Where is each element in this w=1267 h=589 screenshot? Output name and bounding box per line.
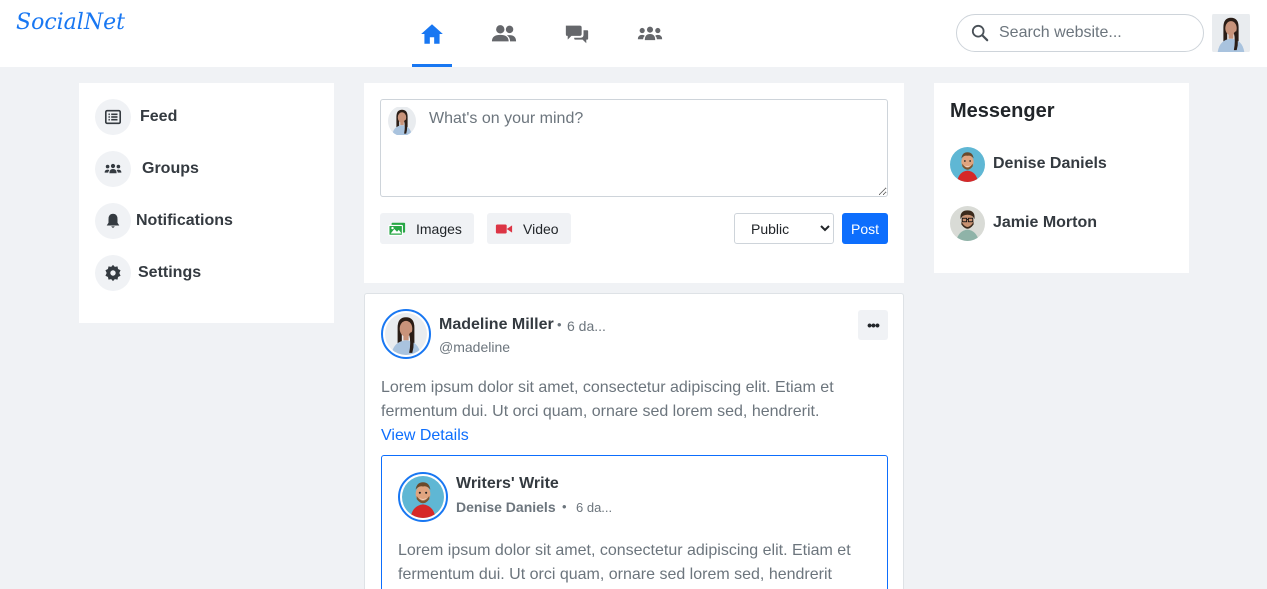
nav-chats-button[interactable] bbox=[557, 0, 597, 67]
chats-icon bbox=[565, 25, 589, 43]
contact-name: Denise Daniels bbox=[993, 155, 1107, 172]
post-author-avatar[interactable] bbox=[381, 309, 431, 359]
privacy-select[interactable]: Public bbox=[734, 213, 834, 244]
sidebar-item-label: Feed bbox=[140, 108, 178, 125]
shared-post-text: Lorem ipsum dolor sit amet, consectetur … bbox=[398, 542, 851, 583]
messenger-title: Messenger bbox=[950, 100, 1055, 122]
nav-friends-button[interactable] bbox=[484, 0, 524, 67]
sidebar-item-groups[interactable]: Groups bbox=[95, 150, 199, 188]
contact-name: Jamie Morton bbox=[993, 214, 1098, 231]
sidebar-item-label: Notifications bbox=[136, 212, 233, 229]
sidebar-item-label: Settings bbox=[138, 264, 202, 281]
shared-group-name[interactable]: Writers' Write bbox=[456, 475, 559, 493]
search-box[interactable] bbox=[956, 14, 1204, 52]
messenger-panel: Messenger Denise Daniels Jamie Morton bbox=[934, 83, 1189, 273]
post-text: Lorem ipsum dolor sit amet, consectetur … bbox=[381, 379, 834, 420]
post-options-button[interactable]: ••• bbox=[858, 310, 888, 340]
view-details-link[interactable]: View Details bbox=[381, 424, 469, 448]
nav-home-button[interactable] bbox=[412, 0, 452, 67]
images-button[interactable]: Images bbox=[380, 213, 474, 244]
nav-groups-button[interactable] bbox=[630, 0, 670, 67]
groups-icon bbox=[104, 163, 122, 174]
status-textarea[interactable] bbox=[380, 99, 888, 197]
post-timestamp: 6 da... bbox=[567, 318, 606, 334]
gear-icon bbox=[105, 264, 121, 282]
shared-timestamp: 6 da... bbox=[576, 500, 613, 515]
avatar bbox=[950, 147, 985, 182]
composer-avatar bbox=[388, 106, 416, 136]
avatar bbox=[950, 206, 985, 241]
sidebar-item-label: Groups bbox=[142, 160, 199, 177]
video-camera-icon bbox=[495, 224, 513, 233]
more-icon: ••• bbox=[867, 317, 880, 333]
post-author-name[interactable]: Madeline Miller bbox=[439, 316, 554, 334]
post-composer: Images Video bbox=[364, 83, 904, 283]
bell-icon bbox=[106, 213, 120, 228]
home-icon bbox=[421, 23, 443, 44]
feed-icon bbox=[104, 109, 122, 125]
groups-icon bbox=[637, 26, 663, 40]
images-icon bbox=[388, 222, 406, 236]
separator-dot: • bbox=[557, 317, 562, 332]
shared-author-avatar[interactable] bbox=[398, 472, 448, 522]
search-icon bbox=[971, 24, 989, 42]
friends-icon bbox=[491, 24, 517, 41]
feed-post: Madeline Miller • 6 da... @madeline ••• … bbox=[364, 293, 904, 589]
profile-avatar[interactable] bbox=[1212, 13, 1250, 53]
sidebar-item-settings[interactable]: Settings bbox=[95, 254, 201, 292]
video-button[interactable]: Video bbox=[487, 213, 571, 244]
shared-author-name[interactable]: Denise Daniels bbox=[456, 499, 556, 515]
brand-logo[interactable]: SocialNet bbox=[16, 10, 125, 35]
images-button-label: Images bbox=[416, 220, 462, 237]
contact-item[interactable]: Jamie Morton bbox=[950, 205, 1097, 241]
shared-post-card[interactable]: Writers' Write Denise Daniels • 6 da... … bbox=[381, 455, 888, 589]
sidebar-item-feed[interactable]: Feed bbox=[95, 98, 177, 136]
left-sidebar: Feed Groups Notifications Settings bbox=[79, 83, 334, 323]
separator-dot: • bbox=[562, 499, 567, 514]
video-button-label: Video bbox=[523, 220, 559, 237]
sidebar-item-notifications[interactable]: Notifications bbox=[95, 202, 233, 240]
post-button[interactable]: Post bbox=[842, 213, 888, 244]
top-navbar: SocialNet bbox=[0, 0, 1267, 67]
post-author-handle: @madeline bbox=[439, 339, 511, 355]
search-input[interactable] bbox=[999, 24, 1189, 42]
contact-item[interactable]: Denise Daniels bbox=[950, 146, 1107, 182]
